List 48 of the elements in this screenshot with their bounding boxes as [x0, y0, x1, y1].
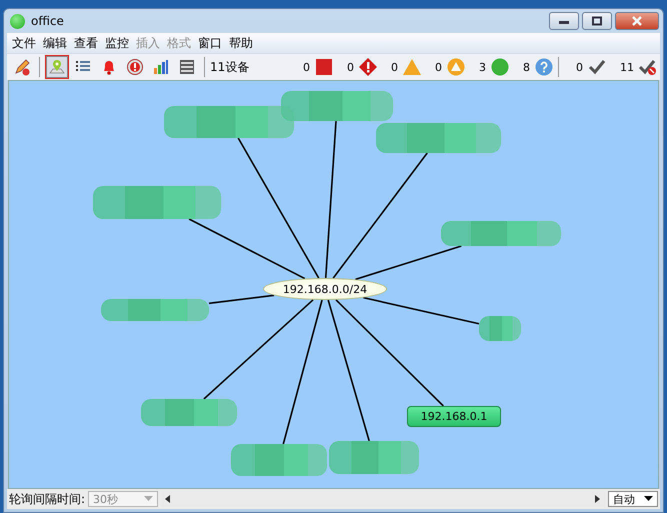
right-arrow-icon[interactable] — [595, 495, 601, 503]
status-count: 0 — [435, 60, 442, 74]
check-cross-icon — [639, 58, 657, 76]
status-count: 0 — [391, 60, 398, 74]
close-button[interactable] — [615, 12, 659, 30]
status-count: 0 — [576, 60, 583, 74]
status-count: 8 — [523, 60, 530, 74]
menu-item[interactable]: 窗口 — [195, 34, 226, 52]
blurred-node[interactable] — [141, 399, 237, 426]
blurred-node[interactable] — [93, 186, 221, 219]
maximize-button[interactable] — [582, 12, 612, 30]
status-count: 0 — [303, 60, 310, 74]
device-count: 11设备 — [210, 58, 250, 76]
blurred-node[interactable] — [441, 221, 561, 246]
blurred-node[interactable] — [101, 299, 209, 321]
status-count: 0 — [347, 60, 354, 74]
warning-triangle-icon — [403, 58, 421, 76]
maximize-icon[interactable] — [591, 16, 603, 26]
help-icon — [535, 58, 553, 76]
network-node[interactable]: 192.168.0.0/24 — [263, 278, 387, 300]
menu-item[interactable]: 文件 — [9, 34, 40, 52]
caret-icon — [144, 496, 154, 502]
check-icon — [588, 58, 606, 76]
status-count: 11 — [620, 60, 634, 74]
caret-icon — [644, 496, 653, 502]
menu-item[interactable]: 编辑 — [40, 34, 71, 52]
close-icon[interactable] — [631, 16, 643, 26]
menu-item[interactable]: 监控 — [102, 34, 133, 52]
triangle-circle-icon — [447, 58, 465, 76]
ok-circle-icon — [491, 58, 509, 76]
menu-item[interactable]: 查看 — [71, 34, 102, 52]
window-title: office — [31, 14, 64, 28]
status-count: 3 — [479, 60, 486, 74]
square-icon — [315, 58, 333, 76]
poll-interval-label: 轮询间隔时间: — [9, 490, 86, 508]
menu-item[interactable]: 帮助 — [226, 34, 257, 52]
blurred-node[interactable] — [281, 91, 393, 121]
minimize-button[interactable] — [549, 12, 579, 30]
blurred-node[interactable] — [479, 316, 521, 341]
error-diamond-icon — [359, 58, 377, 76]
zoom-select[interactable]: 自动 — [608, 491, 658, 507]
blurred-node[interactable] — [164, 106, 294, 138]
blurred-node[interactable] — [329, 441, 419, 474]
status-dot-icon — [10, 14, 25, 28]
left-arrow-icon[interactable] — [165, 495, 172, 503]
device-node[interactable]: 192.168.0.1 — [407, 406, 501, 427]
blurred-node[interactable] — [376, 123, 501, 153]
blurred-node[interactable] — [231, 444, 327, 476]
